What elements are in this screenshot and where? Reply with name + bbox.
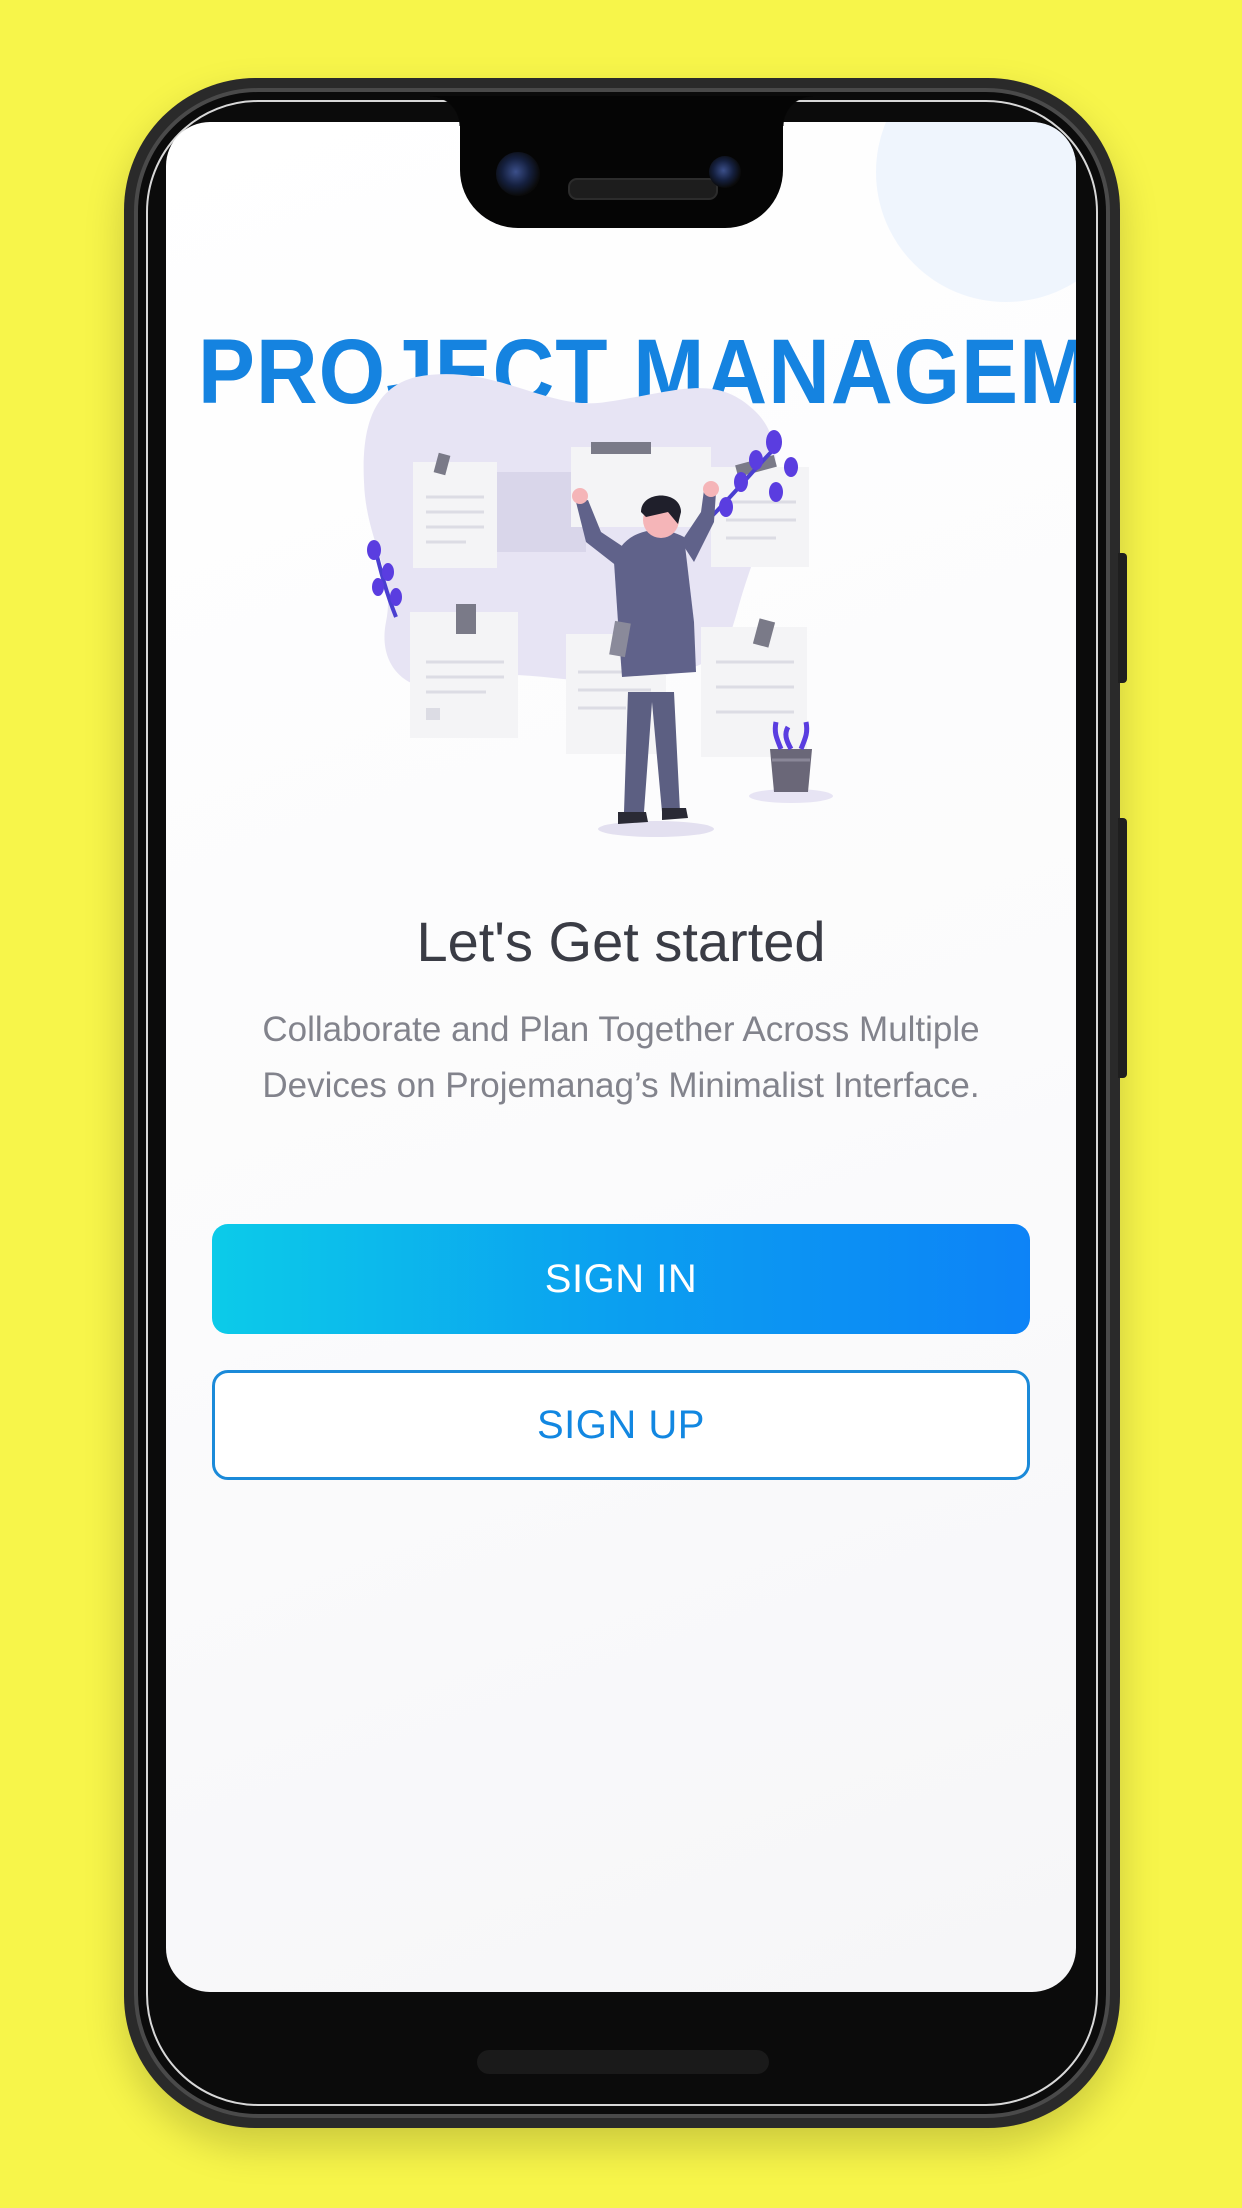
earpiece-speaker [568, 178, 718, 200]
camera-notch [430, 96, 813, 228]
onboarding-heading: Let's Get started [416, 910, 826, 973]
home-indicator [477, 2050, 769, 2074]
volume-button [1118, 818, 1127, 1078]
sign-up-button[interactable]: SIGN UP [212, 1370, 1030, 1480]
front-camera-icon [496, 152, 540, 196]
sign-in-button[interactable]: SIGN IN [212, 1224, 1030, 1334]
background-decoration [876, 122, 1076, 302]
person-pinning-notes-illustration [363, 374, 833, 837]
onboarding-description: Collaborate and Plan Together Across Mul… [262, 1010, 980, 1105]
app-screen: PROJECT MANAGEMENT [166, 122, 1076, 1992]
power-button [1118, 553, 1127, 683]
sensor-icon [709, 156, 741, 188]
